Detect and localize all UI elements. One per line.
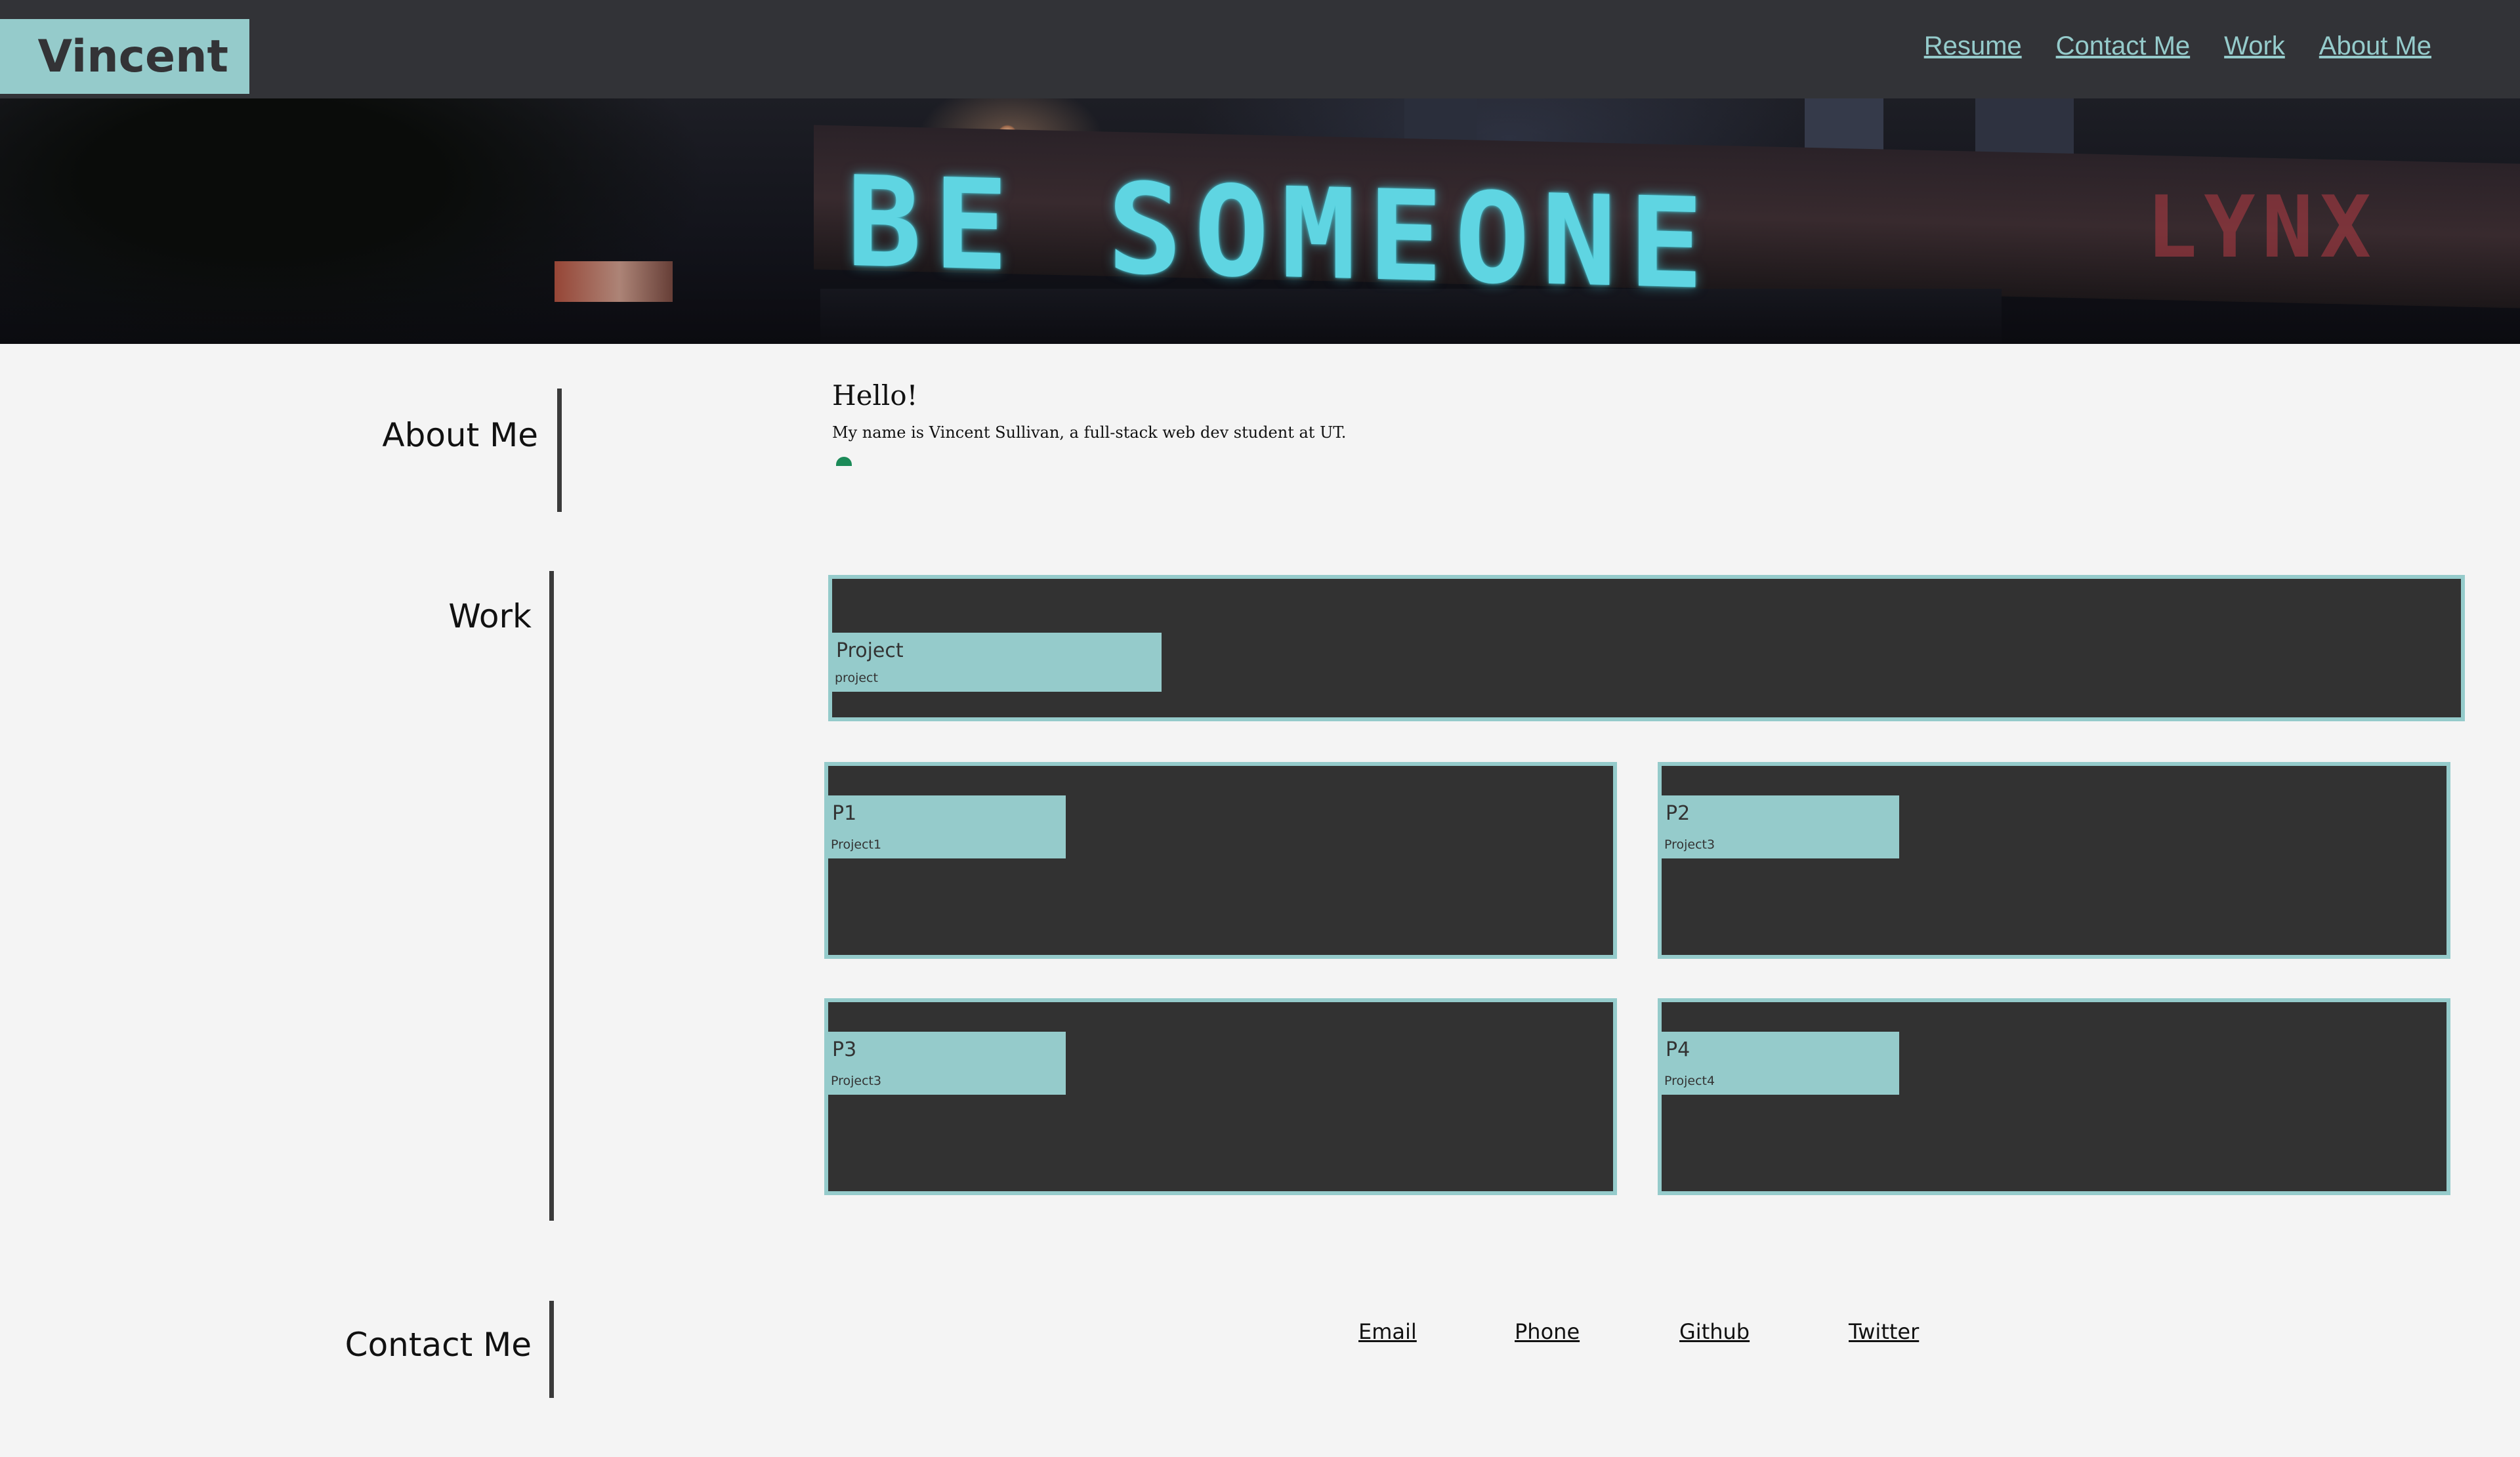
about-greeting: Hello! (832, 379, 918, 412)
project-subtitle: Project4 (1664, 1074, 1715, 1088)
project-subtitle: Project1 (831, 837, 882, 852)
contact-link-github[interactable]: Github (1679, 1319, 1750, 1344)
about-divider (557, 389, 562, 512)
project-subtitle: project (835, 671, 878, 685)
hero-sign (555, 261, 673, 302)
nav-link-contact-me[interactable]: Contact Me (2056, 32, 2191, 61)
brand-logo[interactable]: Vincent (0, 19, 249, 94)
nav-link-about-me[interactable]: About Me (2319, 32, 2431, 61)
work-section-title: Work (448, 597, 532, 635)
about-intro-text: My name is Vincent Sullivan, a full-stac… (832, 423, 1347, 442)
status-dot-icon (836, 457, 852, 466)
project-label: P3 Project3 (828, 1032, 1066, 1095)
work-divider (549, 571, 554, 1221)
project-label: P4 Project4 (1662, 1032, 1899, 1095)
nav-link-resume[interactable]: Resume (1924, 32, 2022, 61)
contact-link-phone[interactable]: Phone (1515, 1319, 1580, 1344)
nav-link-work[interactable]: Work (2224, 32, 2285, 61)
project-name: P4 (1666, 1038, 1690, 1061)
contact-section-title: Contact Me (345, 1326, 532, 1364)
contact-link-twitter[interactable]: Twitter (1849, 1319, 1919, 1344)
project-card-p4[interactable]: P4 Project4 (1658, 998, 2450, 1195)
project-name: P2 (1666, 802, 1690, 825)
hero-trees (0, 98, 853, 344)
project-name: Project (836, 639, 904, 662)
about-section-title: About Me (382, 416, 538, 454)
project-label: P2 Project3 (1662, 795, 1899, 858)
project-card-p3[interactable]: P3 Project3 (824, 998, 1617, 1195)
project-card-p2[interactable]: P2 Project3 (1658, 762, 2450, 959)
project-name: P3 (832, 1038, 857, 1061)
site-header: Vincent Resume Contact Me Work About Me (0, 0, 2520, 98)
contact-link-email[interactable]: Email (1358, 1319, 1417, 1344)
main-nav: Resume Contact Me Work About Me (1924, 32, 2431, 61)
project-label: P1 Project1 (828, 795, 1066, 858)
project-subtitle: Project3 (831, 1074, 882, 1088)
project-subtitle: Project3 (1664, 837, 1715, 852)
project-card-p1[interactable]: P1 Project1 (824, 762, 1617, 959)
project-label: Project project (832, 633, 1162, 692)
hero-banner-image: BE SOMEONE LYNX (0, 98, 2520, 344)
project-name: P1 (832, 802, 857, 825)
hero-slogan: BE SOMEONE (847, 149, 1715, 318)
hero-graffiti: LYNX (2146, 177, 2378, 277)
featured-project-card[interactable]: Project project (828, 575, 2465, 721)
contact-divider (549, 1301, 554, 1398)
